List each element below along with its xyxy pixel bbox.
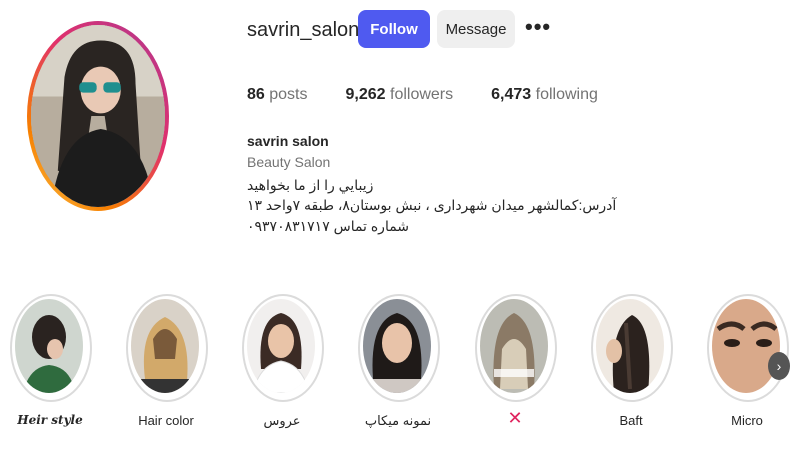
profile-avatar[interactable] — [27, 21, 169, 211]
bio-name: savrin salon — [247, 133, 329, 149]
profile-stats: 86 posts 9,262 followers 6,473 following — [247, 86, 636, 104]
highlight-cover — [15, 299, 83, 393]
highlight-cover — [712, 299, 780, 393]
bio-address: آدرس:کمالشهر میدان شهرداری ، نبش بوستان۸… — [247, 197, 617, 213]
close-icon: ✕ — [507, 408, 523, 428]
bio-category: Beauty Salon — [247, 154, 331, 170]
avatar-photo — [31, 25, 165, 207]
highlight-cover — [247, 299, 315, 393]
highlight-cover — [480, 299, 548, 393]
username: savrin_salon — [247, 19, 360, 41]
following-stat[interactable]: 6,473 following — [491, 86, 598, 104]
highlight-cover — [596, 299, 664, 393]
message-button[interactable]: Message — [437, 10, 515, 48]
bio-phone: شماره تماس ۰۹۳۷۰۸۳۱۷۱۷ — [247, 218, 410, 234]
highlight-label: عروس — [263, 413, 301, 428]
followers-stat[interactable]: 9,262 followers — [346, 86, 454, 104]
more-horizontal-icon[interactable]: ••• — [525, 14, 551, 40]
highlight-label: Micro — [731, 413, 763, 428]
highlight-cover — [363, 299, 431, 393]
highlight-label: Hair color — [138, 413, 194, 428]
highlight-label: نمونه میکاپ — [364, 413, 432, 428]
highlight-label: Baft — [619, 413, 643, 428]
follow-button[interactable]: Follow — [358, 10, 430, 48]
highlight-cover — [131, 299, 199, 393]
chevron-right-icon[interactable]: › — [768, 352, 790, 380]
posts-stat: 86 posts — [247, 86, 308, 103]
highlight-label: Heir style — [17, 413, 83, 427]
bio-line: زيبايي را از ما بخواهيد — [247, 177, 374, 193]
